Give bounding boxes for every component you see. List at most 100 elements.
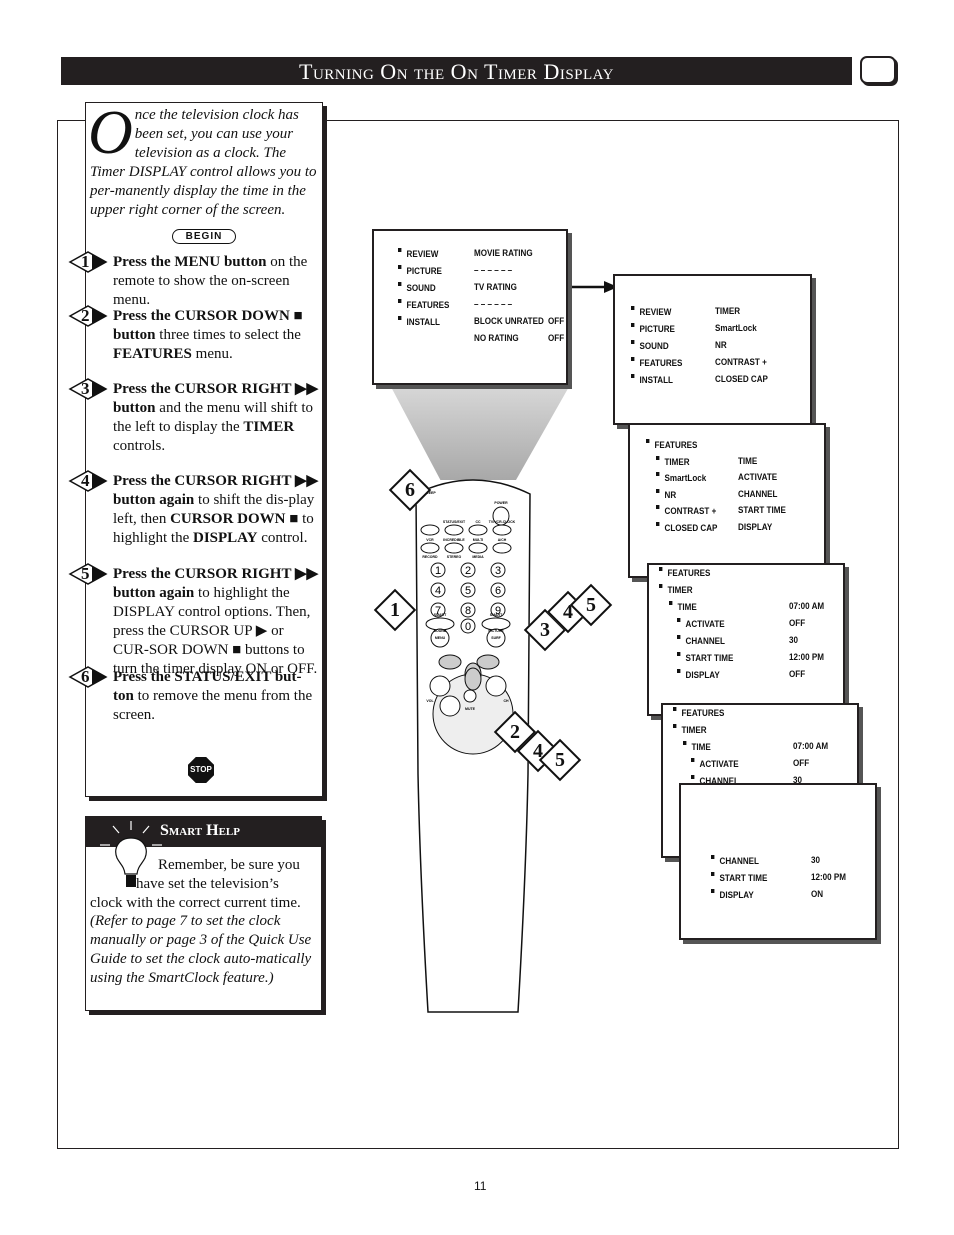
menu-screen-1: REVIEW MOVIE RATING PICTURE – – – – – – SOUN… [372,229,568,385]
remote-button-label: A/CH [498,538,507,542]
step-2: 2 Press the CURSOR DOWN ■ button three ti… [68,305,320,364]
bullet-icon [669,601,673,605]
page-title: Turning On the On Timer Display [61,57,852,85]
bullet-icon [631,323,635,327]
bullet-icon [677,618,681,622]
step-1: 1 Press the MENU button on the remote to … [68,251,320,310]
bullet-icon [656,455,660,460]
step-instruction-bold: DISPLAY [193,530,258,546]
remote-button-label: MULTI [473,538,483,542]
menu-value: ACTIVATE [738,472,778,483]
bullet-icon [711,889,715,893]
step-number-badge: 3 [68,378,108,400]
smart-help-text: Remember, be sure you have set the telev… [90,856,318,988]
menu-item: TIMER [664,456,690,468]
bullet-icon [656,505,660,509]
menu-value: 07:00 AM [789,601,825,612]
key-label: 3 [495,565,501,577]
stop-sign-icon: STOP [188,757,214,783]
menu-value: OFF [793,758,810,769]
bullet-icon [711,872,715,876]
bullet-icon [398,248,402,252]
key-label: 2 [465,565,471,577]
menu-item: FEATURES [639,358,683,369]
menu-value: DISPLAY [738,521,773,533]
remote-button-label: CC [475,520,481,524]
key-label: 6 [495,585,501,597]
menu-item: SmartLock [664,473,707,484]
menu-value: CLOSED CAP [715,374,768,385]
step-instruction: control. [257,530,308,546]
menu-value: TV RATING [474,282,517,293]
bullet-icon [631,306,635,310]
menu-value: ON [811,889,824,900]
menu-value: 07:00 AM [793,741,829,752]
remote-button-label: SMART [490,613,503,617]
menu-screen-6: CHANNEL 30 START TIME 12:00 PM DISPLAY ON [679,783,877,940]
menu-value: CHANNEL [738,488,778,500]
step-instruction: menu. [191,346,233,362]
step-instruction-bold: TIMER [243,419,295,435]
step-number-badge: 2 [68,305,108,327]
menu-item: PICTURE [639,324,675,335]
step-number-badge: 6 [68,666,108,688]
menu-item: FEATURES [681,708,725,719]
bullet-icon [631,357,635,361]
step-3: 3 Press the CURSOR RIGHT ▶▶ button and th… [68,378,320,456]
menu-item: INSTALL [406,317,440,328]
bullet-icon [673,707,677,711]
step-instruction-bold: CURSOR DOWN ■ [170,511,299,527]
bullet-icon [659,584,663,588]
remote-button-label: VOL [426,699,434,703]
key-label: 0 [465,621,471,633]
menu-item: SOUND [639,341,669,352]
step-number: 2 [81,306,90,325]
dropcap: O [88,99,133,167]
step-number-badge: 5 [68,563,108,585]
menu-item: FEATURES [654,440,698,451]
bullet-icon [677,652,681,656]
step-number: 5 [81,564,90,583]
menu-item: CONTRAST + [664,506,717,517]
arrow-right-icon [560,281,618,293]
menu-value: OFF [548,333,565,344]
menu-screen-2: REVIEW TIMER PICTURE SmartLock SOUND NR FEATUR… [613,274,812,425]
step-instruction-bold: Press the MENU button [113,254,267,270]
menu-item: FEATURES [406,300,450,311]
help-note: (Refer to page 7 to set the clock manual… [90,913,312,986]
menu-value: NR [715,340,727,351]
bullet-icon [656,521,660,526]
tv-icon [860,56,896,84]
menu-item: CHANNEL [685,636,725,647]
step-badge-number: 5 [586,594,596,616]
menu-value: START TIME [738,505,786,516]
remote-button-label: STATUS/EXIT [443,520,466,524]
menu-item: CLOSED CAP [664,522,718,534]
menu-item: ACTIVATE [685,619,725,630]
manual-page: Turning On the On Timer Display Once the… [0,0,954,1235]
menu-value: TIMER [715,306,741,317]
menu-item: TIME [677,602,697,613]
bullet-icon [677,669,681,673]
menu-value: MOVIE RATING [474,248,533,259]
key-label: 1 [435,565,441,577]
begin-badge: BEGIN [172,229,236,244]
remote-button-label: INCREDIBLE [443,538,465,542]
bullet-icon [398,316,402,320]
step-5: 5 Press the CURSOR RIGHT ▶▶ button again … [68,563,320,679]
remote-button-label: MEDIA [472,555,484,559]
menu-value: 30 [789,635,798,646]
menu-screen-3: FEATURES TIMER TIME SmartLock ACTIVATE NR CHAN… [628,423,826,578]
menu-item: START TIME [685,653,734,664]
step-6: 6 Press the STATUS/EXIT but-ton to remove… [68,666,320,725]
remote-button-label: CH [503,699,509,703]
menu-item: CHANNEL [719,856,759,867]
step-number-badge: 4 [68,470,108,492]
menu-item: FEATURES [667,568,711,579]
help-line: clock with the correct current time. [90,894,301,911]
menu-item: NR [664,489,677,501]
menu-value: – – – – – – [474,265,513,276]
menu-value: 30 [811,855,820,866]
menu-value: TIME [738,455,758,467]
menu-item: START TIME [719,873,768,884]
